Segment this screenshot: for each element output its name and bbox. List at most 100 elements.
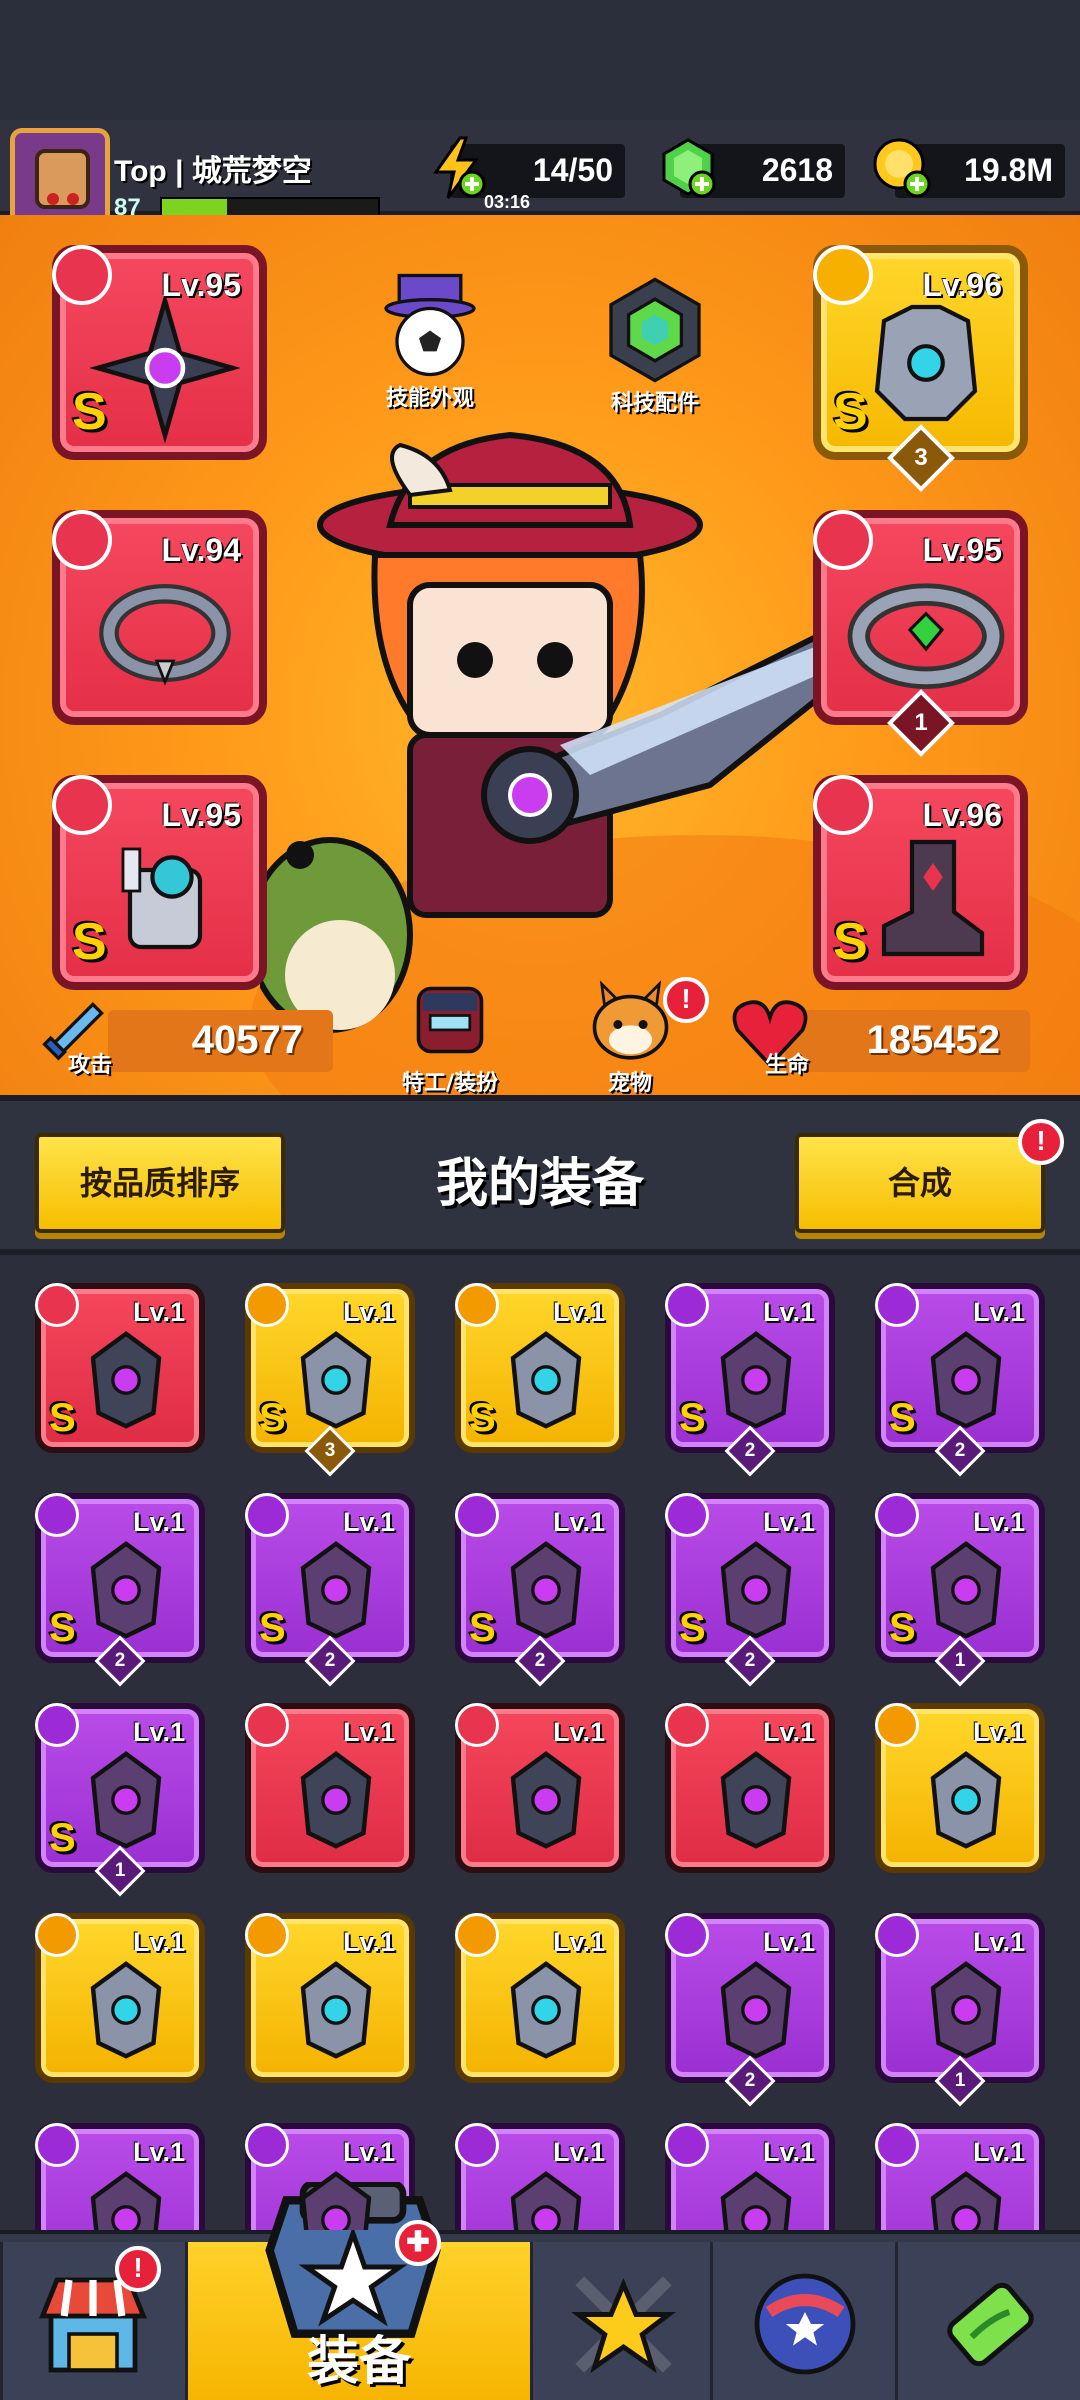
nav-tab-lab[interactable] bbox=[895, 2242, 1080, 2400]
equipment-item-icon bbox=[720, 2171, 792, 2230]
inventory-item[interactable]: Lv.1 bbox=[665, 2123, 835, 2230]
inventory-item[interactable]: Lv.1 bbox=[245, 1703, 415, 1873]
equipment-item-icon bbox=[510, 1751, 582, 1849]
coins-counter[interactable]: 19.8M bbox=[873, 138, 1065, 198]
equipment-item-icon bbox=[510, 1331, 582, 1429]
hp-label: 生命 bbox=[765, 1053, 810, 1078]
bottom-nav: ! 装备 ✚ bbox=[0, 2182, 1080, 2400]
equip-slot-armor[interactable]: Lv.96 S 3 bbox=[813, 245, 1028, 492]
item-type-icon bbox=[665, 1703, 709, 1747]
gems-counter[interactable]: 2618 bbox=[662, 138, 845, 198]
item-grade: S bbox=[469, 1606, 496, 1650]
equipment-item-icon bbox=[720, 1961, 792, 2059]
equipment-item-icon bbox=[300, 1541, 372, 1639]
inventory-item[interactable]: Lv.1 S 2 bbox=[875, 1283, 1045, 1477]
inventory-item[interactable]: Lv.1 bbox=[455, 2123, 625, 2230]
inventory-item[interactable]: Lv.1 bbox=[455, 1913, 625, 2083]
item-level: Lv.1 bbox=[132, 1717, 185, 1747]
equipment-item-icon bbox=[300, 2171, 372, 2230]
tech-gauntlet-icon bbox=[121, 847, 203, 950]
player-name: Top | 城荒梦空 bbox=[114, 155, 312, 188]
inventory-item[interactable]: Lv.1 bbox=[245, 1913, 415, 2083]
inventory-item[interactable]: Lv.1 S 2 bbox=[455, 1493, 625, 1687]
equipment-item-icon bbox=[720, 1331, 792, 1429]
equip-slot-weapon[interactable]: Lv.95 S bbox=[52, 245, 267, 460]
inventory-item[interactable]: Lv.1 bbox=[35, 2123, 205, 2230]
item-type-icon bbox=[245, 1703, 289, 1747]
equipment-item-icon bbox=[90, 1331, 162, 1429]
dna-capsule-icon bbox=[947, 2282, 1034, 2367]
item-type-icon bbox=[35, 1283, 79, 1327]
inventory-item[interactable]: Lv.1 bbox=[665, 1703, 835, 1873]
equipment-item-icon bbox=[930, 1541, 1002, 1639]
item-type-icon bbox=[455, 2123, 499, 2167]
inventory-item[interactable]: Lv.1 S 2 bbox=[245, 1493, 415, 1687]
equipment-item-icon bbox=[510, 1961, 582, 2059]
merge-alert-badge: ! bbox=[1018, 1119, 1064, 1165]
item-type-icon bbox=[245, 1493, 289, 1537]
item-type-icon bbox=[455, 1493, 499, 1537]
inventory-item[interactable]: Lv.1 bbox=[455, 1703, 625, 1873]
inventory-grid: Lv.1 S Lv.1 S 3 Lv.1 S Lv.1 S 2 Lv.1 S 2 Lv.1 S 2 Lv.1 S 2… bbox=[0, 1255, 1080, 2230]
item-level: Lv.1 bbox=[132, 1507, 185, 1537]
inventory-item[interactable]: Lv.1 2 bbox=[665, 1913, 835, 2107]
item-level: Lv.1 bbox=[762, 1927, 815, 1957]
player-avatar[interactable] bbox=[10, 128, 110, 228]
equipment-item-icon bbox=[720, 1541, 792, 1639]
ring-stars: 1 bbox=[886, 689, 955, 757]
skill-skin-button[interactable]: 技能外观 bbox=[360, 270, 500, 412]
inventory-item[interactable]: Lv.1 S 2 bbox=[35, 1493, 205, 1687]
inventory-item[interactable]: Lv.1 S 2 bbox=[665, 1493, 835, 1687]
merge-button[interactable]: 合成 bbox=[795, 1133, 1045, 1233]
boots-grade: S bbox=[833, 913, 868, 971]
inventory-item[interactable]: Lv.1 S 1 bbox=[875, 1493, 1045, 1687]
gloves-type-icon bbox=[52, 775, 112, 835]
item-grade: S bbox=[679, 1606, 706, 1650]
gloves-grade: S bbox=[72, 913, 107, 971]
item-type-icon bbox=[35, 2123, 79, 2167]
armor-stars: 3 bbox=[886, 424, 955, 492]
equipment-item-icon bbox=[90, 2171, 162, 2230]
equipment-screen: { "header": { "player_name": "Top | 城荒梦空… bbox=[0, 0, 1080, 2400]
armor-level: Lv.96 bbox=[922, 267, 1002, 303]
item-level: Lv.1 bbox=[132, 1297, 185, 1327]
item-level: Lv.1 bbox=[762, 1717, 815, 1747]
sort-by-quality-button[interactable]: 按品质排序 bbox=[35, 1133, 285, 1233]
nav-tab-equipment[interactable]: 装备 bbox=[185, 2182, 530, 2400]
item-grade: S bbox=[259, 1396, 286, 1440]
gloves-level: Lv.95 bbox=[161, 797, 241, 833]
inventory-item[interactable]: Lv.1 bbox=[875, 1703, 1045, 1873]
inventory-item[interactable]: Lv.1 S 1 bbox=[35, 1703, 205, 1897]
inventory-title-bar: 按品质排序 我的装备 合成 ! bbox=[0, 1095, 1080, 1255]
hero-panel: Lv.95 S Lv.96 S 3 Lv.94 Lv.95 1 Lv.95 S … bbox=[0, 215, 1080, 1095]
equip-slot-boots[interactable]: Lv.96 S bbox=[813, 775, 1028, 990]
nav-tab-battle[interactable] bbox=[530, 2242, 710, 2400]
inventory-item[interactable]: Lv.1 S 2 bbox=[665, 1283, 835, 1477]
inventory-item[interactable]: Lv.1 bbox=[35, 1913, 205, 2083]
inventory-item[interactable]: Lv.1 bbox=[875, 2123, 1045, 2230]
energy-counter[interactable]: 14/50 bbox=[433, 136, 625, 199]
item-level: Lv.1 bbox=[132, 1927, 185, 1957]
item-type-icon bbox=[35, 1493, 79, 1537]
energy-value: 14/50 bbox=[532, 152, 613, 188]
inventory-item[interactable]: Lv.1 S 3 bbox=[245, 1283, 415, 1477]
item-level: Lv.1 bbox=[342, 1297, 395, 1327]
spiked-collar-icon bbox=[99, 584, 231, 686]
energy-timer: 03:16 bbox=[484, 192, 531, 212]
tech-parts-button[interactable]: 科技配件 bbox=[585, 275, 725, 417]
item-level: Lv.1 bbox=[552, 1297, 605, 1327]
item-level: Lv.1 bbox=[552, 1927, 605, 1957]
necklace-level: Lv.94 bbox=[161, 532, 241, 568]
agent-outfit-button[interactable]: 特工/装扮 bbox=[380, 975, 520, 1095]
item-grade: S bbox=[49, 1606, 76, 1650]
inventory-item[interactable]: Lv.1 S bbox=[455, 1283, 625, 1453]
equip-slot-ring[interactable]: Lv.95 1 bbox=[813, 510, 1028, 757]
inventory-item[interactable]: Lv.1 S bbox=[35, 1283, 205, 1453]
equip-slot-gloves[interactable]: Lv.95 S bbox=[52, 775, 267, 990]
equip-slot-necklace[interactable]: Lv.94 bbox=[52, 510, 267, 725]
inventory-item[interactable]: Lv.1 1 bbox=[875, 1913, 1045, 2107]
nav-tab-world[interactable] bbox=[710, 2242, 895, 2400]
item-type-icon bbox=[665, 1283, 709, 1327]
gem-ring-icon bbox=[847, 583, 1005, 689]
equipment-item-icon bbox=[930, 1751, 1002, 1849]
